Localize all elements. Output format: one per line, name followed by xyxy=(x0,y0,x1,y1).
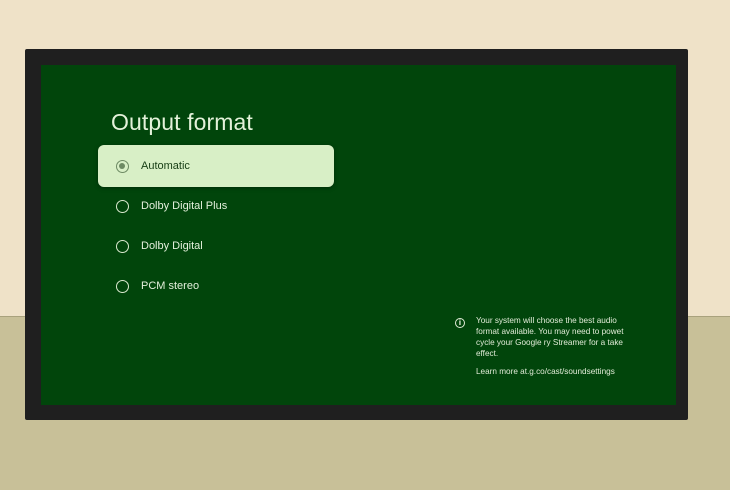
info-body: Your system will choose the best audio f… xyxy=(476,315,635,376)
info-icon: i xyxy=(455,318,465,328)
info-panel: i Your system will choose the best audio… xyxy=(455,315,635,376)
radio-button[interactable] xyxy=(116,199,129,213)
radio-button[interactable] xyxy=(116,239,129,253)
option-label: Dolby Digital Plus xyxy=(141,200,228,212)
tv-screen: Output format Automatic Dolby Digital Pl… xyxy=(41,65,676,405)
option-label: PCM stereo xyxy=(141,280,200,292)
option-dolby-digital[interactable]: Dolby Digital xyxy=(98,225,334,267)
page-title: Output format xyxy=(111,109,253,135)
output-format-options: Automatic Dolby Digital Plus Dolby Digit… xyxy=(98,145,338,305)
option-label: Automatic xyxy=(141,160,190,172)
radio-button[interactable] xyxy=(116,279,129,293)
option-dolby-digital-plus[interactable]: Dolby Digital Plus xyxy=(98,185,334,227)
option-label: Dolby Digital xyxy=(141,240,203,252)
info-description: Your system will choose the best audio f… xyxy=(476,316,624,358)
learn-more-link: Learn more at.g.co/cast/soundsettings xyxy=(476,367,615,376)
radio-button-selected[interactable] xyxy=(116,159,129,173)
option-automatic[interactable]: Automatic xyxy=(98,145,334,187)
option-pcm-stereo[interactable]: PCM stereo xyxy=(98,265,334,307)
